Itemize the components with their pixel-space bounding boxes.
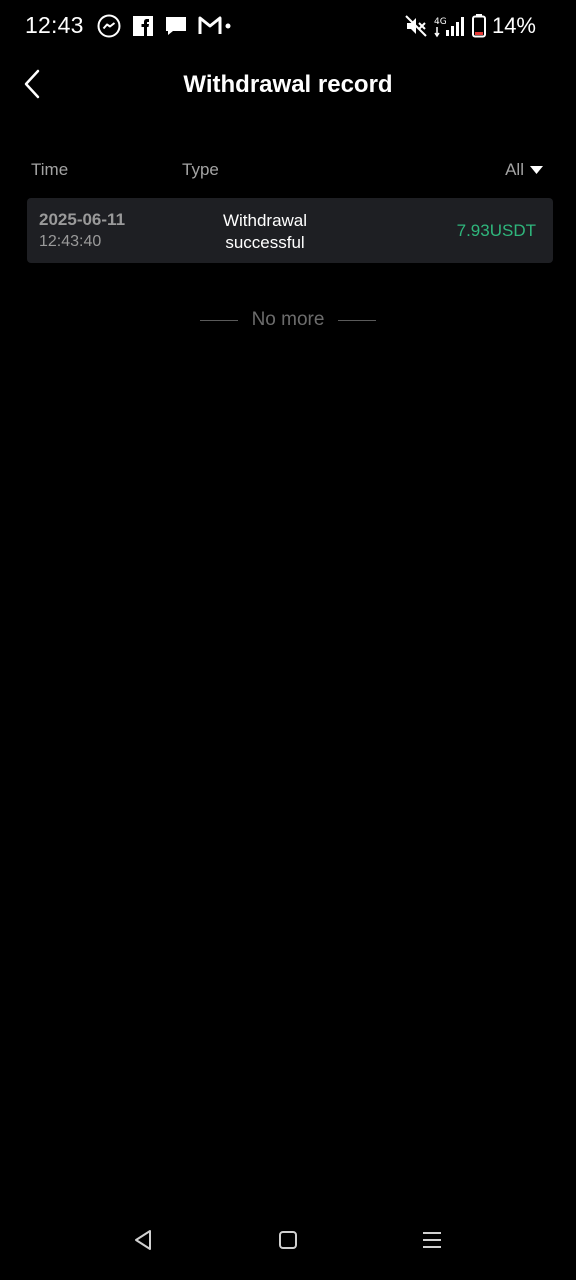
triangle-back-icon [135,1230,151,1250]
divider-left [199,319,238,321]
4g-signal-icon: 4G [434,14,466,38]
nav-recents-button[interactable] [412,1220,452,1260]
status-bar: 12:43 4G 14% [0,0,576,52]
divider-right [338,319,377,321]
record-type: Withdrawal successful [205,210,325,254]
no-more-text: No more [251,309,325,330]
menu-lines-icon [423,1232,441,1248]
column-time: Time [31,160,69,179]
system-nav-bar [0,1200,576,1280]
square-home-icon [279,1231,297,1249]
facebook-icon [132,15,154,37]
app-header: Withdrawal record [0,56,576,116]
nav-back-button[interactable] [123,1220,163,1260]
message-icon [164,15,188,37]
no-more-indicator: No more [0,309,576,331]
record-amount: 7.93USDT [456,221,536,240]
column-type: Type [182,160,219,179]
column-header-row: Time Type All [0,158,576,182]
record-time: 12:43:40 [39,233,102,250]
record-type-line1: Withdrawal [222,211,308,230]
battery-icon [471,14,486,38]
caret-down-icon [530,165,543,174]
svg-text:4G: 4G [434,17,447,27]
status-time: 12:43 [25,12,84,38]
record-item[interactable]: 2025-06-11 12:43:40 Withdrawal successfu… [27,198,553,263]
system-icons: 4G 14% [404,13,536,39]
filter-label: All [505,160,524,179]
gmail-icon [198,15,232,37]
nav-home-button[interactable] [268,1220,308,1260]
battery-percent: 14% [491,13,536,38]
mute-icon [404,14,428,38]
record-type-line2: successful [225,233,305,252]
messenger-icon [96,13,122,39]
record-date: 2025-06-11 [39,210,126,229]
notification-icons [96,13,232,39]
page-title: Withdrawal record [183,71,393,98]
filter-dropdown[interactable]: All [505,160,543,180]
